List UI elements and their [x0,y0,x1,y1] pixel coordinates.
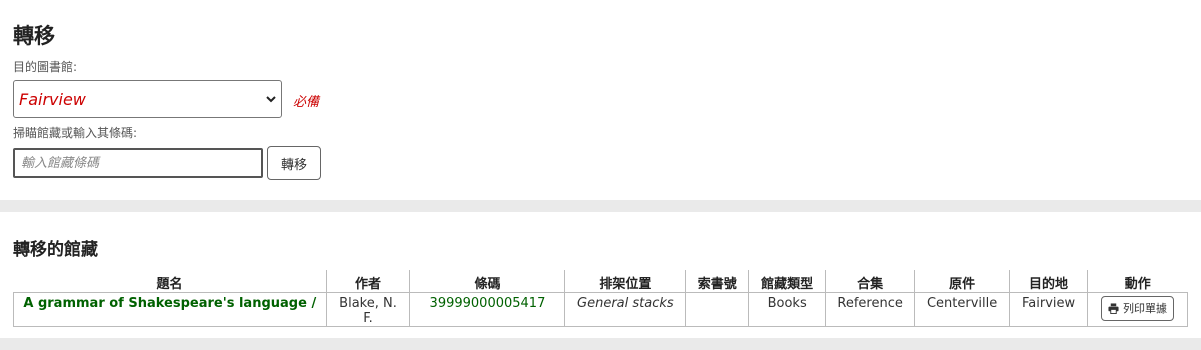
transferred-items-panel: 轉移的館藏 題名 作者 條碼 排架位置 索書號 館藏類型 合集 原件 目的地 動… [0,212,1201,338]
destination-library-label: 目的圖書館: [13,60,78,74]
transferred-items-table: 題名 作者 條碼 排架位置 索書號 館藏類型 合集 原件 目的地 動作 A gr… [13,270,1188,327]
transfer-panel: 轉移 目的圖書館: Fairview 必備 掃瞄館藏或輸入其條碼: 轉移 [0,0,1201,200]
destination-library-select[interactable]: Fairview [13,80,282,118]
item-barcode-cell: 39999000005417 [409,292,565,327]
item-shelving-location: General stacks [564,292,686,327]
table-header-row: 題名 作者 條碼 排架位置 索書號 館藏類型 合集 原件 目的地 動作 [13,270,1188,293]
item-type: Books [748,292,826,327]
column-header-item-type[interactable]: 館藏類型 [748,270,826,293]
item-title-cell: A grammar of Shakespeare's language / [13,292,327,327]
print-slip-label: 列印單據 [1123,302,1168,315]
column-header-call-number[interactable]: 索書號 [685,270,749,293]
column-header-collection[interactable]: 合集 [825,270,915,293]
barcode-input[interactable] [13,148,263,178]
item-barcode-link[interactable]: 39999000005417 [430,296,546,311]
scan-barcode-label: 掃瞄館藏或輸入其條碼: [13,126,138,140]
item-author: Blake, N. F. [325,292,410,327]
section-title: 轉移的館藏 [13,240,98,260]
item-origin: Centerville [914,292,1010,327]
item-destination: Fairview [1009,292,1088,327]
item-title-link[interactable]: A grammar of Shakespeare's language / [23,296,316,311]
destination-library-value: Fairview [19,89,86,109]
table-row: A grammar of Shakespeare's language / Bl… [13,292,1188,327]
item-collection: Reference [825,292,915,327]
required-indicator: 必備 [293,95,320,110]
column-header-destination[interactable]: 目的地 [1009,270,1088,293]
chevron-down-icon [266,96,276,103]
column-header-author[interactable]: 作者 [325,270,410,293]
column-header-barcode[interactable]: 條碼 [409,270,565,293]
transfer-button[interactable]: 轉移 [267,146,321,180]
print-slip-button[interactable]: 列印單據 [1101,295,1175,321]
column-header-shelving-location[interactable]: 排架位置 [564,270,686,293]
item-call-number [685,292,749,327]
item-actions-cell: 列印單據 [1087,292,1188,327]
column-header-origin[interactable]: 原件 [914,270,1010,293]
column-header-title[interactable]: 題名 [13,270,327,293]
printer-icon [1108,302,1119,314]
page-title: 轉移 [13,24,55,48]
column-header-actions: 動作 [1087,270,1188,293]
